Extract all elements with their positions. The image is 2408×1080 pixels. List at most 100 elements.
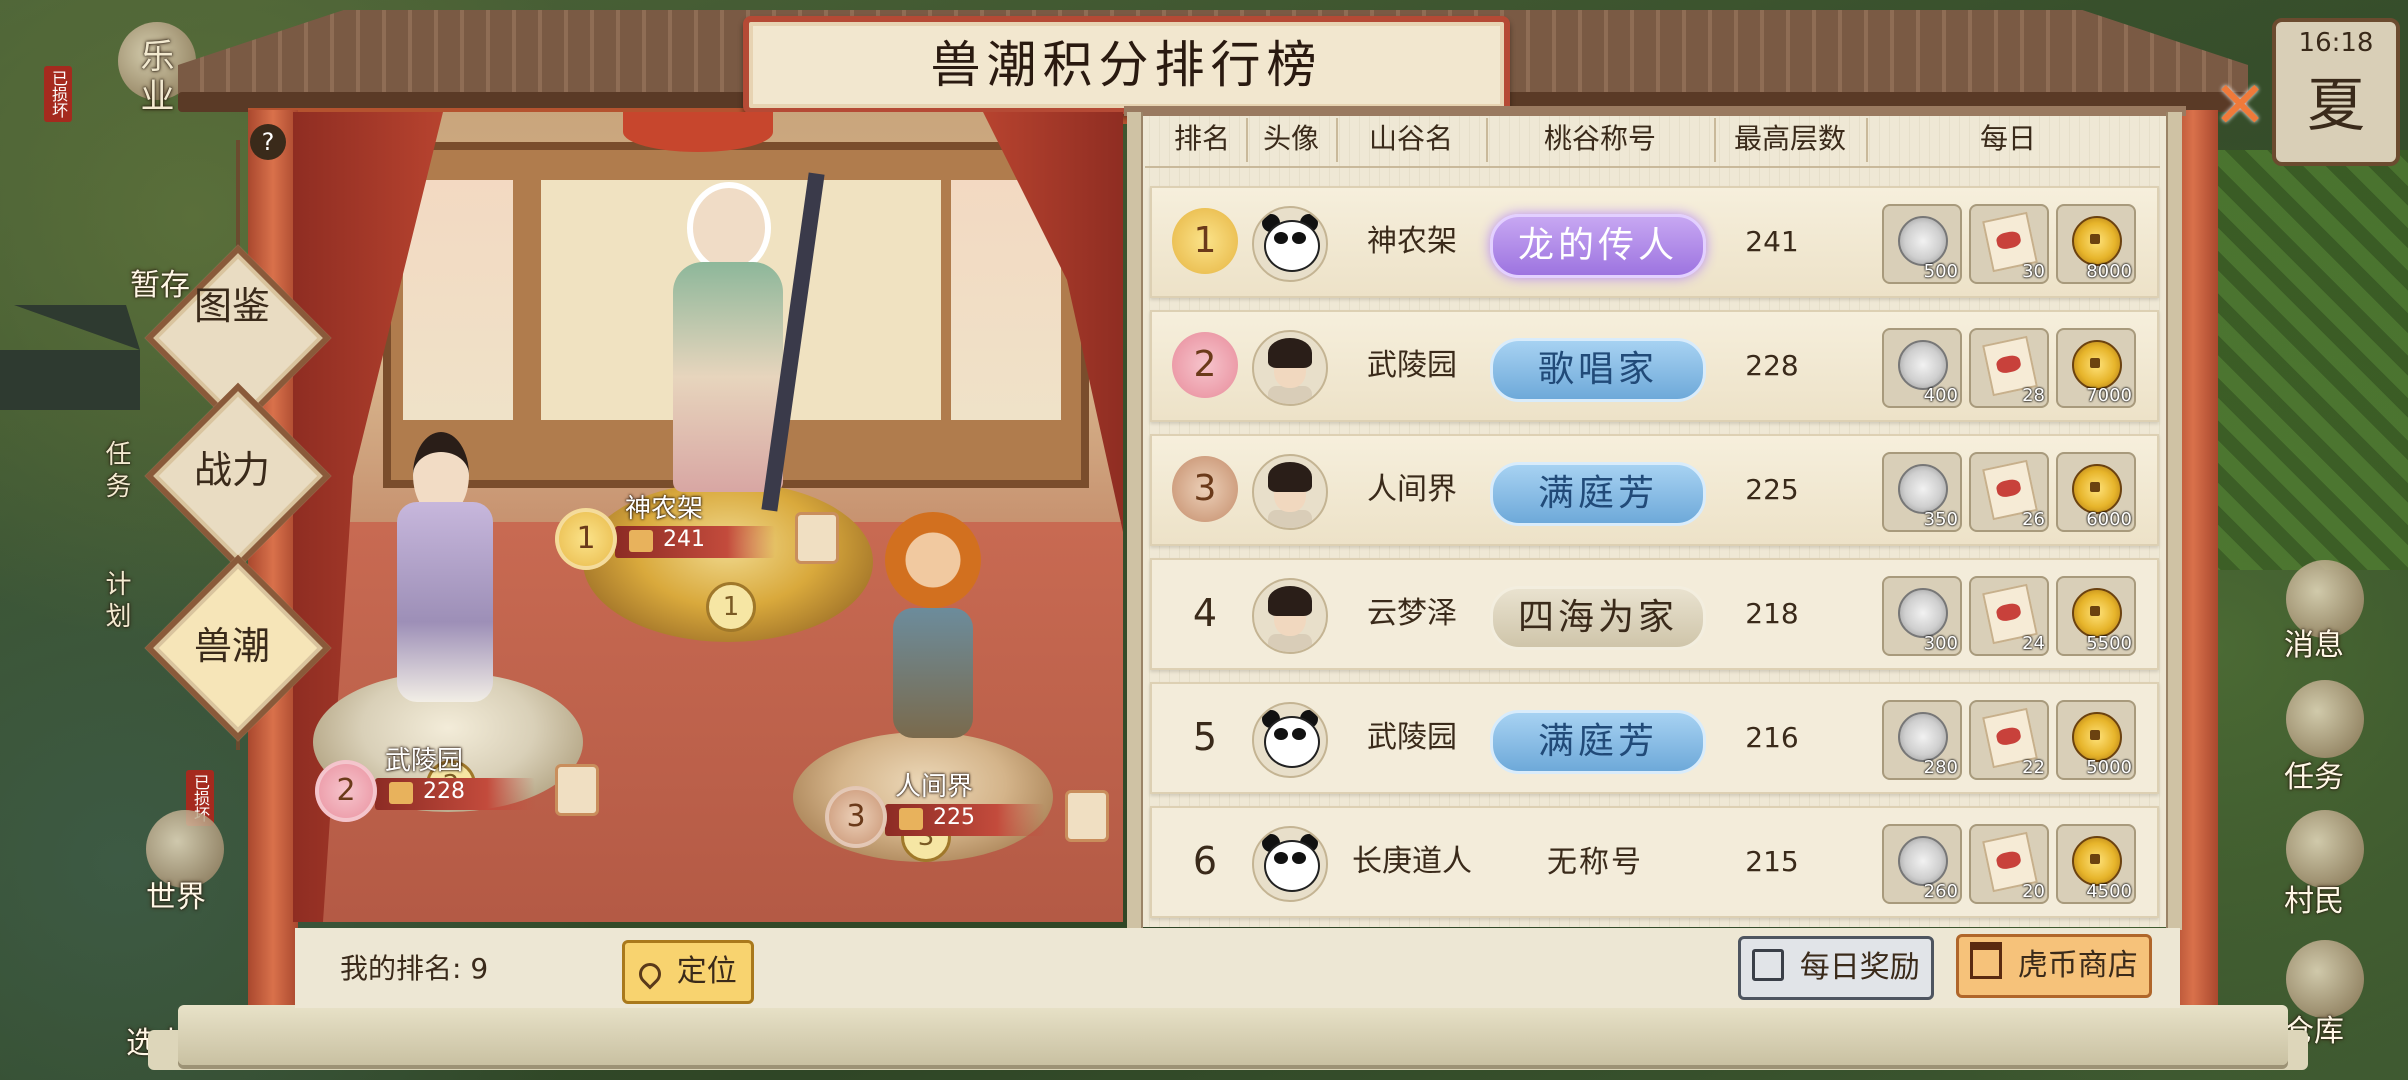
table-row[interactable]: 1 神农架 龙的传人 241 500 30 8000 (1150, 186, 2159, 298)
reward-quantity: 8000 (2086, 261, 2132, 282)
silver-coin-icon (1898, 464, 1948, 514)
tab-power-label[interactable]: 战力 (192, 448, 272, 492)
message-label[interactable]: 消息 (2284, 620, 2344, 664)
reward-slot[interactable]: 5500 (2056, 576, 2136, 656)
shop-icon (1970, 942, 2003, 979)
help-icon[interactable]: ? (250, 124, 286, 160)
reward-slot[interactable]: 22 (1969, 700, 2049, 780)
gold-medal-icon: 1 (555, 508, 617, 570)
career-label: 乐业 (134, 38, 174, 118)
card-icon[interactable] (1065, 790, 1109, 842)
task-scroll-icon[interactable] (2286, 680, 2364, 758)
avatar-part (1268, 338, 1312, 368)
reward-slot[interactable]: 24 (1969, 576, 2049, 656)
gold-coin-icon (2072, 588, 2122, 638)
my-rank-label: 我的排名: (340, 952, 462, 985)
gold-coin-icon (2072, 712, 2122, 762)
avatar-part (1292, 728, 1306, 740)
table-row[interactable]: 5 武陵园 满庭芳 216 280 22 5000 (1150, 682, 2159, 794)
header-avatar: 头像 (1262, 122, 1319, 155)
reward-slot[interactable]: 28 (1969, 328, 2049, 408)
title-badge: 四海为家 (1490, 586, 1706, 650)
clock-time: 16:18 (2298, 28, 2374, 58)
podium-name: 武陵园 (385, 746, 464, 776)
table-row[interactable]: 6 长庚道人 无称号 215 260 20 4500 (1150, 806, 2159, 918)
task-label[interactable]: 任务 (2284, 752, 2344, 796)
daily-reward-label: 每日奖励 (1799, 950, 1920, 985)
max-floors: 225 (1745, 473, 1799, 506)
reward-quantity: 22 (2022, 757, 2045, 778)
max-floors: 216 (1745, 721, 1799, 754)
reward-slot[interactable]: 260 (1882, 824, 1962, 904)
valley-name: 神农架 (1367, 224, 1457, 259)
season-label: 夏 (2306, 71, 2365, 139)
rank-number: 5 (1192, 715, 1218, 759)
reward-quantity: 280 (1923, 757, 1958, 778)
tab-beast-tide-label[interactable]: 兽潮 (192, 624, 272, 668)
silver-medal-icon: 2 (315, 760, 377, 822)
card-icon[interactable] (555, 764, 599, 816)
locate-button-label: 定位 (676, 954, 737, 989)
table-row[interactable]: 2 武陵园 歌唱家 228 400 28 7000 (1150, 310, 2159, 422)
locate-button[interactable]: 定位 (622, 940, 754, 1004)
my-rank-value: 9 (470, 952, 489, 985)
damaged-badge: 已损坏 (44, 66, 72, 122)
reward-slot[interactable]: 300 (1882, 576, 1962, 656)
tab-atlas-label[interactable]: 图鉴 (192, 284, 272, 328)
reward-quantity: 30 (2022, 261, 2045, 282)
podium-score: 228 (423, 779, 465, 804)
avatar-part (1274, 852, 1288, 864)
reward-slot[interactable]: 6000 (2056, 452, 2136, 532)
valley-name: 武陵园 (1367, 720, 1457, 755)
tiger-coin-shop-button[interactable]: 虎币商店 (1956, 934, 2152, 998)
character-body (673, 262, 783, 492)
silver-coin-icon (1898, 712, 1948, 762)
reward-quantity: 350 (1923, 509, 1958, 530)
reward-slot[interactable]: 5000 (2056, 700, 2136, 780)
reward-slot[interactable]: 4500 (2056, 824, 2136, 904)
reward-slot[interactable]: 7000 (2056, 328, 2136, 408)
table-row[interactable]: 4 云梦泽 四海为家 218 300 24 5500 (1150, 558, 2159, 670)
avatar-part (1274, 728, 1288, 740)
panda-avatar-icon[interactable] (1252, 206, 1328, 282)
character-body (397, 502, 493, 702)
reward-slot[interactable]: 350 (1882, 452, 1962, 532)
character-avatar-icon[interactable] (1252, 578, 1328, 654)
reward-slot[interactable]: 26 (1969, 452, 2049, 532)
character-avatar-icon[interactable] (1252, 330, 1328, 406)
daily-reward-button[interactable]: 每日奖励 (1738, 936, 1934, 1000)
title-badge: 满庭芳 (1490, 710, 1706, 774)
monkey-head (885, 512, 981, 608)
max-floors: 215 (1745, 845, 1799, 878)
silver-coin-icon (1898, 836, 1948, 886)
avatar-part (1268, 462, 1312, 492)
reward-slot[interactable]: 20 (1969, 824, 2049, 904)
panda-avatar-icon[interactable] (1252, 702, 1328, 778)
side-plan-label[interactable]: 计划 (98, 570, 135, 634)
champion-character (653, 172, 825, 532)
table-row[interactable]: 3 人间界 满庭芳 225 350 26 6000 (1150, 434, 2159, 546)
silver-coin-icon (1898, 588, 1948, 638)
character-avatar-icon[interactable] (1252, 454, 1328, 530)
house-icon (899, 808, 923, 830)
reward-quantity: 5000 (2086, 757, 2132, 778)
card-icon[interactable] (795, 512, 839, 564)
reward-slot[interactable]: 30 (1969, 204, 2049, 284)
silver-coin-icon (1898, 216, 1948, 266)
panda-hat (687, 182, 771, 274)
villager-label[interactable]: 村民 (2284, 876, 2344, 920)
valley-name: 云梦泽 (1367, 596, 1457, 631)
close-icon[interactable]: ✕ (2210, 74, 2270, 138)
reward-slot[interactable]: 280 (1882, 700, 1962, 780)
panda-avatar-icon[interactable] (1252, 826, 1328, 902)
podium-stage: 1 2 3 1 神农架 241 2 武陵园 228 3 (293, 112, 1123, 922)
rank-number: 6 (1192, 839, 1218, 883)
reward-slot[interactable]: 8000 (2056, 204, 2136, 284)
gold-coin-icon (2072, 464, 2122, 514)
reward-slot[interactable]: 400 (1882, 328, 1962, 408)
bronze-medal-icon: 3 (1172, 456, 1238, 522)
side-task-label[interactable]: 任务 (98, 440, 135, 504)
header-title: 桃谷称号 (1543, 122, 1656, 155)
reward-slot[interactable]: 500 (1882, 204, 1962, 284)
lantern (623, 112, 773, 152)
